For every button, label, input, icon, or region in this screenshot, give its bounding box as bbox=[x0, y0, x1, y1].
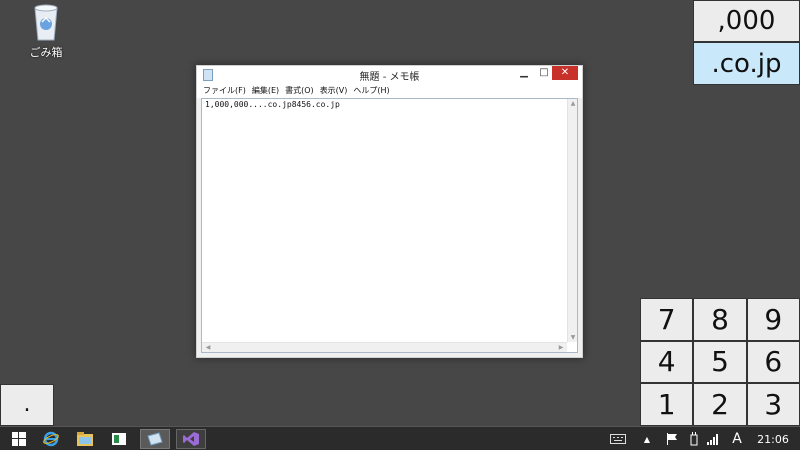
network-icon[interactable] bbox=[706, 430, 722, 448]
taskbar-visual-studio[interactable] bbox=[176, 429, 206, 449]
taskbar-internet-explorer[interactable] bbox=[36, 429, 66, 449]
numpad-key-6[interactable]: 6 bbox=[746, 340, 800, 384]
scroll-down-arrow-icon[interactable]: ▼ bbox=[568, 334, 578, 341]
menu-file[interactable]: ファイル(F) bbox=[203, 84, 246, 98]
vertical-scrollbar[interactable]: ▲ ▼ bbox=[567, 99, 577, 342]
action-center-flag-icon[interactable] bbox=[664, 430, 680, 448]
internet-explorer-icon bbox=[43, 431, 59, 447]
taskbar: ▲ A 21:06 bbox=[0, 426, 800, 450]
app-window-icon bbox=[112, 433, 126, 445]
visual-studio-icon bbox=[183, 432, 199, 446]
scroll-left-arrow-icon[interactable]: ◀ bbox=[203, 344, 213, 351]
recycle-bin-shortcut[interactable]: ごみ箱 bbox=[20, 2, 72, 64]
scroll-right-arrow-icon[interactable]: ▶ bbox=[556, 344, 566, 351]
menu-edit[interactable]: 編集(E) bbox=[252, 84, 279, 98]
windows-logo-icon bbox=[12, 432, 26, 446]
scroll-up-arrow-icon[interactable]: ▲ bbox=[568, 100, 578, 107]
ime-indicator[interactable]: A bbox=[730, 430, 744, 448]
taskbar-app[interactable] bbox=[104, 429, 134, 449]
numpad-key-5[interactable]: 5 bbox=[693, 340, 747, 384]
show-hidden-icons-icon[interactable]: ▲ bbox=[640, 430, 654, 448]
co-jp-key[interactable]: .co.jp bbox=[693, 42, 800, 85]
menu-bar: ファイル(F) 編集(E) 書式(O) 表示(V) ヘルプ(H) bbox=[197, 84, 582, 98]
numpad-key-7[interactable]: 7 bbox=[640, 298, 694, 341]
recycle-bin-label: ごみ箱 bbox=[29, 46, 63, 59]
start-button[interactable] bbox=[4, 429, 34, 449]
triple-zero-key[interactable]: ,000 bbox=[693, 0, 800, 42]
minimize-button[interactable]: ▁ bbox=[514, 66, 534, 80]
clock[interactable]: 21:06 bbox=[752, 430, 794, 448]
numpad-key-9[interactable]: 9 bbox=[746, 298, 800, 341]
file-explorer-icon bbox=[77, 432, 93, 446]
notepad-icon bbox=[147, 432, 163, 446]
numpad-key-8[interactable]: 8 bbox=[693, 298, 747, 341]
text-content: 1,000,000....co.jp8456.co.jp bbox=[205, 100, 340, 109]
touch-keyboard-icon[interactable] bbox=[608, 430, 628, 448]
numpad: 7 8 9 4 5 6 1 2 3 bbox=[640, 298, 800, 426]
taskbar-notepad[interactable] bbox=[140, 429, 170, 449]
title-bar[interactable]: 無題 - メモ帳 ▁ □ ✕ bbox=[197, 66, 582, 84]
notepad-window[interactable]: 無題 - メモ帳 ▁ □ ✕ ファイル(F) 編集(E) 書式(O) 表示(V)… bbox=[196, 65, 583, 358]
numpad-key-3[interactable]: 3 bbox=[746, 383, 800, 426]
dot-key[interactable]: . bbox=[0, 384, 54, 426]
numpad-key-1[interactable]: 1 bbox=[640, 383, 694, 426]
power-icon[interactable] bbox=[686, 430, 702, 448]
taskbar-file-explorer[interactable] bbox=[70, 429, 100, 449]
horizontal-scrollbar[interactable]: ◀ ▶ bbox=[202, 342, 567, 352]
maximize-button[interactable]: □ bbox=[534, 66, 554, 80]
numpad-key-2[interactable]: 2 bbox=[693, 383, 747, 426]
menu-format[interactable]: 書式(O) bbox=[285, 84, 314, 98]
numpad-key-4[interactable]: 4 bbox=[640, 340, 694, 384]
menu-view[interactable]: 表示(V) bbox=[320, 84, 348, 98]
recycle-bin-icon bbox=[34, 4, 58, 41]
close-button[interactable]: ✕ bbox=[552, 66, 578, 80]
text-area[interactable]: 1,000,000....co.jp8456.co.jp ▲ ▼ ◀ ▶ bbox=[201, 98, 578, 353]
menu-help[interactable]: ヘルプ(H) bbox=[353, 84, 389, 98]
